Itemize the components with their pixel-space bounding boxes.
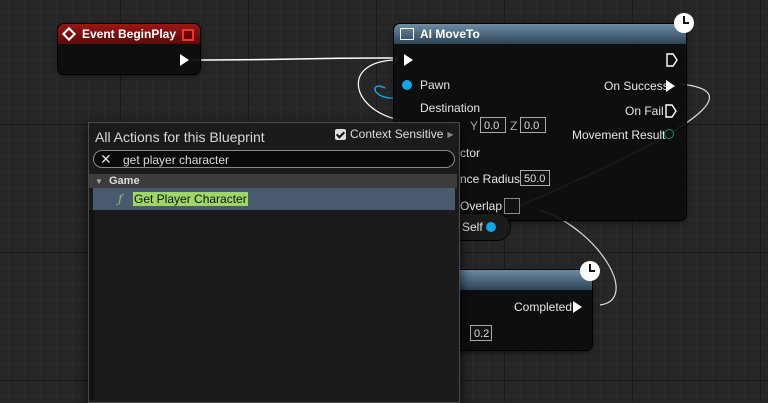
y-label: Y [470, 119, 479, 133]
duration-field[interactable]: 0.2 [470, 325, 492, 341]
destination-label: Destination [420, 101, 481, 115]
on-success-label: On Success [604, 79, 669, 93]
target-actor-label: ctor [460, 146, 481, 160]
checkbox-icon[interactable] [335, 128, 346, 140]
exec-wire[interactable] [189, 57, 399, 61]
context-sensitive-label: Context Sensitive [350, 127, 444, 141]
stop-overlap-checkbox[interactable] [504, 198, 520, 214]
latent-clock-icon [674, 13, 694, 33]
z-label: Z [510, 119, 518, 133]
delay-clock-icon [580, 261, 600, 281]
event-header[interactable]: Event BeginPlay [58, 24, 200, 44]
close-icon[interactable]: ✕ [100, 151, 112, 167]
acceptance-radius-label: nce Radius [460, 172, 521, 186]
ai-moveto-title: AI MoveTo [420, 27, 480, 41]
on-fail-label: On Fail [625, 104, 664, 118]
function-icon: ƒ [118, 192, 123, 206]
event-beginplay-node[interactable]: Event BeginPlay [58, 24, 200, 74]
completed-label: Completed [514, 300, 573, 314]
action-result-label: Get Player Character [133, 192, 248, 206]
stop-overlap-label: Overlap [460, 199, 503, 213]
exec-out-pin[interactable] [666, 53, 678, 67]
acceptance-radius-field[interactable]: 50.0 [520, 170, 550, 186]
completed-pin[interactable] [573, 301, 582, 313]
action-menu[interactable]: All Actions for this Blueprint Context S… [88, 122, 460, 403]
search-input[interactable]: ✕ get player character [93, 150, 455, 168]
z-value-field[interactable]: 0.0 [520, 117, 546, 133]
event-title: Event BeginPlay [82, 27, 177, 41]
pawn-label: Pawn [420, 78, 451, 92]
blueprint-icon [400, 28, 414, 40]
action-result-item[interactable]: ƒ Get Player Character [93, 188, 455, 210]
delegate-pin-icon[interactable] [182, 29, 194, 41]
search-text: get player character [123, 153, 230, 167]
exec-out-outline-icon [666, 53, 678, 67]
self-label: Self [462, 220, 483, 234]
ai-moveto-header[interactable]: AI MoveTo [394, 24, 686, 44]
y-value-field[interactable]: 0.0 [480, 117, 506, 133]
chevron-right-icon[interactable]: ▶ [447, 130, 453, 139]
movement-result-pin[interactable] [664, 129, 674, 139]
category-row[interactable]: ▼ Game [89, 174, 457, 188]
event-icon [61, 26, 77, 42]
movement-result-label: Movement Result [572, 128, 666, 142]
delay-header[interactable] [440, 270, 592, 290]
on-success-pin[interactable] [666, 80, 675, 92]
on-fail-pin[interactable] [665, 104, 677, 118]
action-menu-title: All Actions for this Blueprint [95, 129, 265, 145]
category-label: Game [108, 175, 140, 187]
delay-node[interactable]: Completed n 0.2 [440, 270, 592, 350]
context-sensitive-toggle[interactable]: Context Sensitive ▶ [335, 127, 454, 141]
exec-out-pin[interactable] [180, 54, 189, 66]
self-output-pin[interactable] [486, 222, 496, 232]
exec-in-pin[interactable] [404, 54, 413, 66]
scrollbar[interactable] [89, 210, 95, 400]
pawn-pin[interactable] [402, 80, 412, 90]
chevron-down-icon[interactable]: ▼ [95, 177, 103, 186]
